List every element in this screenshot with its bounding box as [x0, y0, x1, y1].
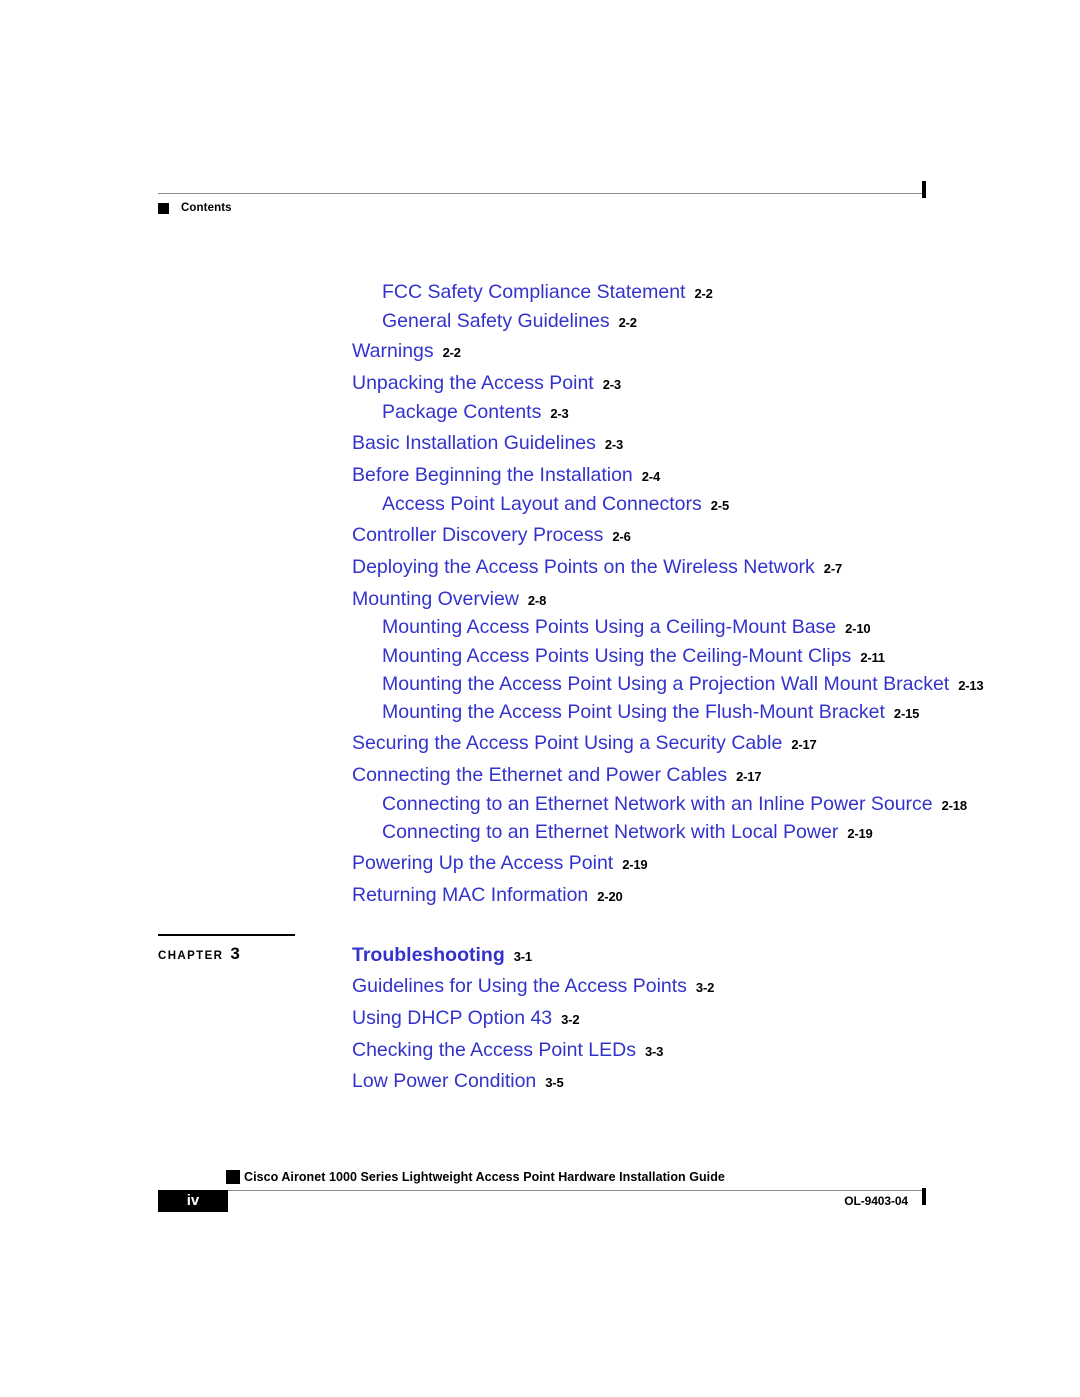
toc-entry-page-number: 2-15: [893, 706, 920, 721]
header-label: Contents: [181, 202, 232, 214]
toc-entry-title[interactable]: Basic Installation Guidelines: [352, 432, 596, 454]
toc-entry[interactable]: Securing the Access Point Using a Securi…: [352, 732, 817, 754]
toc-entry-title[interactable]: Deploying the Access Points on the Wirel…: [352, 556, 815, 578]
document-page: Contents FCC Safety Compliance Statement…: [0, 0, 1080, 1397]
toc-entry-title[interactable]: General Safety Guidelines: [382, 310, 610, 332]
toc-entry-page-number: 2-4: [641, 469, 660, 484]
chapter-word-label: CHAPTER: [158, 950, 224, 962]
toc-entry-title[interactable]: Mounting the Access Point Using the Flus…: [382, 701, 885, 723]
toc-entry-page-number: 2-7: [823, 561, 842, 576]
toc-entry-page-number: 3-3: [644, 1044, 664, 1059]
toc-entry-page-number: 3-2: [561, 1012, 580, 1027]
toc-entry-title[interactable]: Securing the Access Point Using a Securi…: [352, 732, 782, 754]
toc-entry-title[interactable]: Mounting Access Points Using the Ceiling…: [382, 645, 851, 667]
document-id-label: OL-9403-04: [844, 1194, 908, 1208]
chapter-marker-line: CHAPTER 3: [158, 944, 240, 964]
toc-entry[interactable]: Guidelines for Using the Access Points 3-…: [352, 975, 715, 997]
toc-entry-page-number: 2-6: [612, 529, 631, 544]
square-bullet-icon: [158, 202, 169, 214]
toc-entry-page-number: 2-11: [860, 650, 885, 665]
toc-entry-page-number: 2-19: [622, 857, 648, 872]
toc-entry-title[interactable]: Troubleshooting: [352, 944, 505, 966]
toc-entry[interactable]: Before Beginning the Installation 2-4: [352, 464, 660, 486]
toc-entry-title[interactable]: Returning MAC Information: [352, 884, 588, 906]
toc-entry-page-number: 2-17: [736, 769, 762, 784]
toc-entry-page-number: 2-3: [604, 437, 624, 452]
toc-entry[interactable]: Controller Discovery Process 2-6: [352, 524, 631, 546]
toc-entry-title[interactable]: Mounting Access Points Using a Ceiling-M…: [382, 616, 836, 638]
toc-entry[interactable]: Deploying the Access Points on the Wirel…: [352, 556, 842, 578]
toc-entry-title[interactable]: Connecting the Ethernet and Power Cables: [352, 764, 727, 786]
toc-entry-page-number: 2-2: [618, 315, 637, 330]
toc-entry-page-number: 3-2: [695, 980, 715, 995]
toc-entry-title[interactable]: Using DHCP Option 43: [352, 1007, 552, 1029]
toc-entry[interactable]: General Safety Guidelines 2-2: [382, 310, 637, 332]
toc-entry[interactable]: Warnings 2-2: [352, 340, 461, 362]
toc-entry[interactable]: Powering Up the Access Point 2-19: [352, 852, 648, 874]
toc-entry-page-number: 2-10: [845, 621, 871, 636]
toc-entry[interactable]: Using DHCP Option 43 3-2: [352, 1007, 580, 1029]
toc-entry-page-number: 2-2: [694, 286, 713, 301]
toc-entry[interactable]: Access Point Layout and Connectors 2-5: [382, 493, 729, 515]
toc-entry-title[interactable]: FCC Safety Compliance Statement: [382, 281, 685, 303]
toc-entry[interactable]: Troubleshooting 3-1: [352, 944, 532, 966]
toc-entry[interactable]: Mounting Overview 2-8: [352, 588, 547, 610]
toc-entry-page-number: 3-1: [513, 949, 532, 964]
toc-entry-page-number: 2-19: [847, 826, 873, 841]
toc-entry[interactable]: Basic Installation Guidelines 2-3: [352, 432, 624, 454]
toc-entry-title[interactable]: Low Power Condition: [352, 1070, 536, 1092]
toc-entry-title[interactable]: Connecting to an Ethernet Network with L…: [382, 821, 838, 843]
toc-entry-title[interactable]: Controller Discovery Process: [352, 524, 603, 546]
toc-entry-title[interactable]: Connecting to an Ethernet Network with a…: [382, 793, 933, 815]
toc-entry[interactable]: Low Power Condition 3-5: [352, 1070, 564, 1092]
header-content: Contents: [158, 202, 232, 214]
toc-entry[interactable]: Connecting the Ethernet and Power Cables…: [352, 764, 762, 786]
toc-entry-title[interactable]: Warnings: [352, 340, 434, 362]
toc-entry-title[interactable]: Powering Up the Access Point: [352, 852, 613, 874]
toc-entry-title[interactable]: Mounting the Access Point Using a Projec…: [382, 673, 949, 695]
toc-entry[interactable]: Connecting to an Ethernet Network with L…: [382, 821, 873, 843]
toc-entry[interactable]: Mounting Access Points Using a Ceiling-M…: [382, 616, 871, 638]
toc-entry[interactable]: Checking the Access Point LEDs 3-3: [352, 1039, 664, 1061]
toc-entry-page-number: 2-5: [710, 498, 729, 513]
toc-entry[interactable]: Mounting Access Points Using the Ceiling…: [382, 645, 885, 667]
toc-entry-page-number: 2-3: [550, 406, 569, 421]
toc-entry-title[interactable]: Guidelines for Using the Access Points: [352, 975, 687, 997]
chapter-number-label: 3: [230, 944, 240, 963]
footer-document-title: Cisco Aironet 1000 Series Lightweight Ac…: [244, 1170, 725, 1184]
crop-mark-icon: [922, 1188, 926, 1205]
toc-entry[interactable]: Unpacking the Access Point 2-3: [352, 372, 621, 394]
chapter-divider: [158, 934, 295, 936]
toc-entry-title[interactable]: Checking the Access Point LEDs: [352, 1039, 636, 1061]
toc-entry-page-number: 2-20: [597, 889, 623, 904]
toc-entry-title[interactable]: Access Point Layout and Connectors: [382, 493, 702, 515]
toc-entry[interactable]: Mounting the Access Point Using a Projec…: [382, 673, 984, 695]
square-bullet-icon: [226, 1170, 240, 1184]
header-divider: [158, 193, 926, 194]
toc-entry-title[interactable]: Before Beginning the Installation: [352, 464, 633, 486]
toc-entry[interactable]: FCC Safety Compliance Statement 2-2: [382, 281, 713, 303]
toc-entry-title[interactable]: Package Contents: [382, 401, 541, 423]
crop-mark-icon: [922, 181, 926, 198]
toc-entry-page-number: 2-17: [791, 737, 817, 752]
toc-entry-title[interactable]: Unpacking the Access Point: [352, 372, 594, 394]
toc-entry[interactable]: Package Contents 2-3: [382, 401, 569, 423]
toc-entry-title[interactable]: Mounting Overview: [352, 588, 519, 610]
footer-divider: [158, 1190, 926, 1191]
toc-entry[interactable]: Returning MAC Information 2-20: [352, 884, 623, 906]
toc-entry-page-number: 2-13: [958, 678, 984, 693]
toc-entry-page-number: 2-18: [941, 798, 967, 813]
page-number-label: iv: [186, 1192, 200, 1209]
toc-entry-page-number: 3-5: [545, 1075, 564, 1090]
toc-entry-page-number: 2-3: [602, 377, 621, 392]
toc-entry[interactable]: Connecting to an Ethernet Network with a…: [382, 793, 967, 815]
toc-entry-page-number: 2-2: [442, 345, 461, 360]
toc-entry[interactable]: Mounting the Access Point Using the Flus…: [382, 701, 920, 723]
toc-entry-page-number: 2-8: [527, 593, 547, 608]
